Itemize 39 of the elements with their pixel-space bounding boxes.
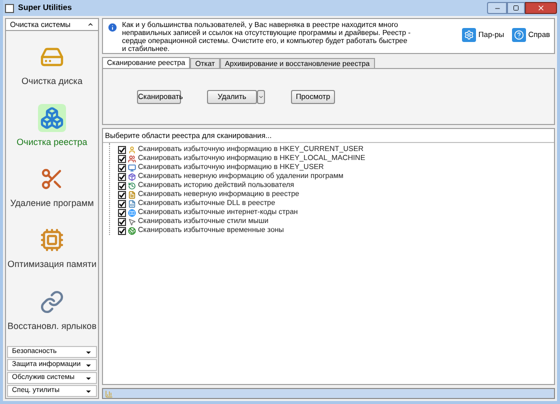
mouse-pointer-icon bbox=[128, 218, 136, 226]
checkbox[interactable] bbox=[118, 172, 126, 181]
sidebar-item[interactable]: Оптимизация памяти bbox=[7, 226, 96, 272]
sidebar-item[interactable]: Очистка реестра bbox=[16, 104, 88, 150]
history-icon bbox=[128, 182, 136, 190]
sidebar-item[interactable]: Восстановл. ярлыков bbox=[8, 288, 96, 334]
checkbox[interactable] bbox=[118, 208, 126, 217]
close-button[interactable] bbox=[525, 2, 557, 14]
app-icon bbox=[5, 4, 14, 12]
cubes-icon bbox=[38, 104, 66, 132]
gears-icon bbox=[462, 28, 476, 42]
globe-icon bbox=[128, 208, 136, 217]
maximize-button[interactable] bbox=[507, 2, 525, 14]
checkbox[interactable] bbox=[118, 164, 126, 172]
info-icon bbox=[107, 22, 118, 33]
help-icon bbox=[512, 28, 526, 42]
people-icon bbox=[128, 154, 136, 163]
caret-up-icon bbox=[87, 21, 94, 28]
sidebar-item[interactable]: Очистка диска bbox=[22, 42, 82, 88]
earth-icon bbox=[128, 226, 136, 235]
checkbox[interactable] bbox=[118, 218, 126, 226]
checkbox[interactable] bbox=[118, 146, 126, 154]
checkbox[interactable] bbox=[118, 182, 126, 190]
monitor-icon bbox=[128, 164, 136, 172]
checkbox[interactable] bbox=[118, 200, 126, 208]
code-file-icon bbox=[128, 200, 136, 208]
document-icon bbox=[128, 190, 136, 199]
sidebar-item[interactable]: Удаление программ bbox=[10, 165, 94, 211]
person-icon bbox=[128, 146, 136, 154]
checkbox[interactable] bbox=[118, 190, 126, 199]
window-title: Super Utilities bbox=[18, 2, 72, 14]
maximize-icon bbox=[513, 5, 519, 11]
caret-down-icon bbox=[258, 94, 264, 100]
dropdown-button[interactable] bbox=[257, 90, 265, 104]
checkbox[interactable] bbox=[118, 154, 126, 163]
close-icon bbox=[537, 4, 545, 12]
bar-chart-icon bbox=[105, 390, 113, 398]
package-icon bbox=[128, 172, 136, 181]
checkbox[interactable] bbox=[118, 226, 126, 235]
